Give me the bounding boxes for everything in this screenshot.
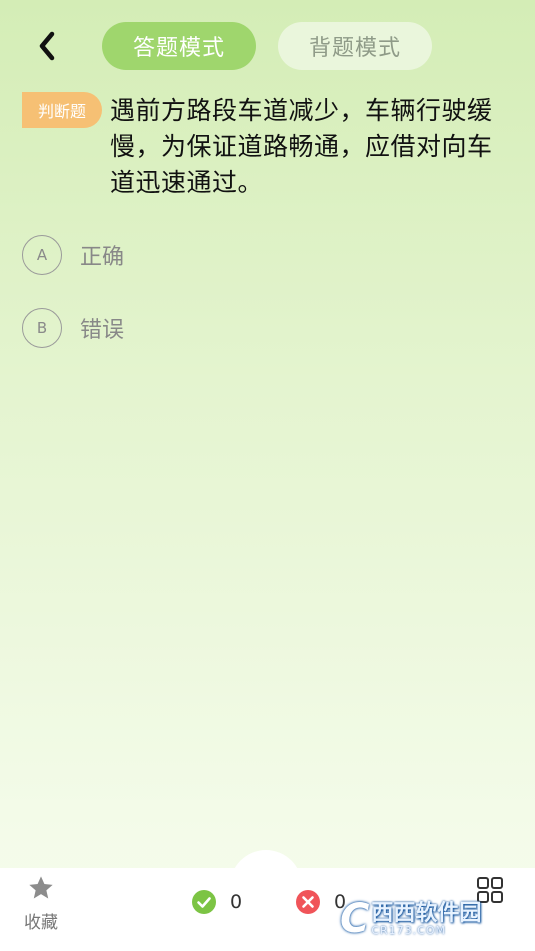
correct-counter: 0: [192, 888, 242, 916]
watermark-logo: C: [340, 896, 370, 942]
option-a[interactable]: A 正确: [22, 233, 124, 277]
option-letter-a: A: [22, 235, 62, 275]
correct-count: 0: [230, 891, 243, 913]
watermark-main: 西西软件园: [371, 900, 482, 926]
check-circle-icon: [192, 890, 216, 914]
option-text-b: 错误: [80, 318, 125, 343]
question-text: 遇前方路段车道减少，车辆行驶缓慢，为保证道路畅通，应借对向车道迅速通过。: [110, 96, 493, 197]
option-text-a: 正确: [80, 245, 125, 270]
tab-answer-mode[interactable]: 答题模式: [102, 22, 256, 70]
favorite-label: 收藏: [24, 913, 58, 933]
question-type-badge: 判断题: [22, 92, 102, 128]
option-b[interactable]: B 错误: [22, 306, 124, 350]
chevron-left-icon: [39, 31, 55, 61]
watermark: C 西西软件园 CR173.COM: [340, 896, 518, 942]
x-circle-icon: [296, 890, 320, 914]
star-icon: [29, 876, 53, 899]
favorite-button[interactable]: 收藏: [18, 874, 64, 934]
option-letter-b: B: [22, 308, 62, 348]
wrong-counter: 0: [296, 888, 346, 916]
back-button[interactable]: [30, 26, 64, 66]
tab-memorize-mode[interactable]: 背题模式: [278, 22, 432, 70]
watermark-sub: CR173.COM: [371, 923, 447, 937]
